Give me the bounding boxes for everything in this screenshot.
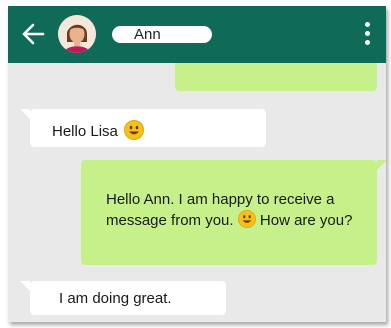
contact-name: Ann <box>112 26 212 43</box>
message-bubble-incoming: I am doing great. <box>20 281 226 315</box>
smiley-emoji-icon <box>123 120 144 140</box>
chat-window: Ann Hello Lisa Hello Ann. I am happy to … <box>8 6 386 322</box>
smiley-emoji-icon <box>237 210 256 228</box>
contact-name-text: Ann <box>134 26 161 43</box>
message-text: Hello Ann. I am happy to receive a messa… <box>106 191 353 229</box>
message-bubble-incoming: Hello Lisa <box>20 109 266 147</box>
message-bubble-outgoing-partial <box>175 63 377 91</box>
avatar[interactable] <box>58 15 96 53</box>
arrow-left-icon[interactable] <box>20 20 46 48</box>
chat-header: Ann <box>8 6 386 63</box>
message-text: Hello Lisa <box>52 120 144 140</box>
message-text: I am doing great. <box>59 290 172 307</box>
message-bubble-outgoing: Hello Ann. I am happy to receive a messa… <box>81 160 386 265</box>
vertical-dots-icon[interactable] <box>360 20 374 48</box>
